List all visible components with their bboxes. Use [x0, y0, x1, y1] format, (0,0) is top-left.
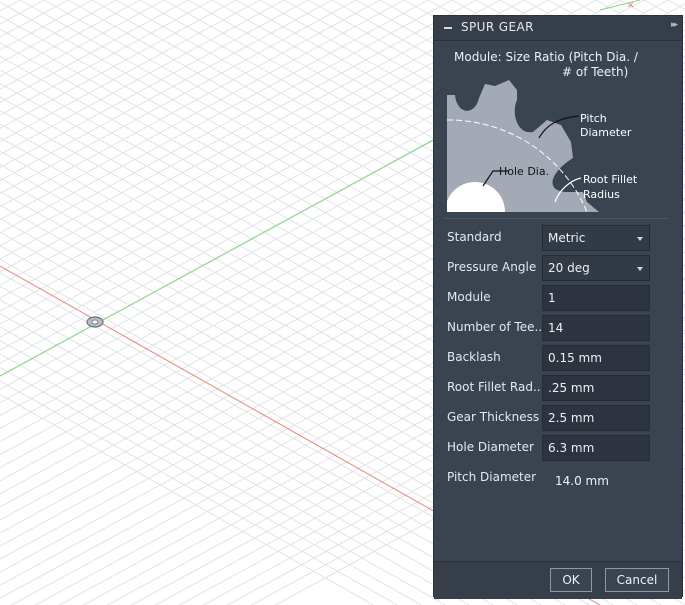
standard-row: Standard Metric [446, 225, 656, 251]
spur-gear-dialog: SPUR GEAR ▸▸ Module: Size Ratio (Pitch D… [433, 15, 683, 599]
gear-thickness-label: Gear Thickness [447, 410, 540, 424]
cancel-button[interactable]: Cancel [605, 568, 669, 592]
pitch-diameter-value: 14.0 mm [555, 474, 609, 488]
backlash-row: Backlash 0.15 mm [446, 345, 656, 371]
divider [444, 218, 669, 219]
pressure-angle-label: Pressure Angle [447, 260, 537, 274]
root-fillet-radius-label: Root Fillet Rad... [447, 380, 541, 394]
description-line-1: Module: Size Ratio (Pitch Dia. / [454, 50, 638, 64]
description-line-2: # of Teeth) [562, 65, 629, 79]
dialog-footer: OK Cancel [434, 561, 682, 599]
standard-label: Standard [447, 230, 502, 244]
root-label-1: Root Fillet [583, 173, 638, 186]
number-of-teeth-row: Number of Tee... 14 [446, 315, 656, 341]
module-input[interactable]: 1 [542, 285, 650, 311]
pressure-angle-select[interactable]: 20 deg [542, 255, 650, 281]
dropdown-caret-icon [637, 237, 643, 241]
number-of-teeth-input[interactable]: 14 [542, 315, 650, 341]
dialog-titlebar[interactable]: SPUR GEAR ▸▸ [434, 16, 682, 41]
number-of-teeth-label: Number of Tee... [447, 320, 541, 334]
root-label-2: Radius [583, 188, 620, 201]
root-fillet-radius-input[interactable]: .25 mm [542, 375, 650, 401]
module-description: Module: Size Ratio (Pitch Dia. / # of Te… [454, 50, 664, 80]
pitch-diameter-row: Pitch Diameter 14.0 mm [446, 465, 656, 491]
gear-diagram: Pitch Diameter Hole Dia. Root Fillet Rad… [447, 80, 638, 212]
root-fillet-radius-row: Root Fillet Rad... .25 mm [446, 375, 656, 401]
origin-icon[interactable] [86, 316, 104, 328]
module-label: Module [447, 290, 491, 304]
module-row: Module 1 [446, 285, 656, 311]
dropdown-caret-icon [637, 267, 643, 271]
pitch-label-1: Pitch [580, 112, 607, 125]
pitch-label-2: Diameter [580, 126, 632, 139]
standard-value: Metric [548, 231, 586, 245]
hole-diameter-input[interactable]: 6.3 mm [542, 435, 650, 461]
hole-label: Hole Dia. [499, 165, 549, 178]
hole-diameter-label: Hole Diameter [447, 440, 534, 454]
ok-button[interactable]: OK [550, 568, 592, 592]
gear-thickness-row: Gear Thickness 2.5 mm [446, 405, 656, 431]
pressure-angle-row: Pressure Angle 20 deg [446, 255, 656, 281]
collapse-icon[interactable] [444, 27, 452, 29]
dialog-title: SPUR GEAR [461, 20, 534, 34]
gear-thickness-input[interactable]: 2.5 mm [542, 405, 650, 431]
backlash-input[interactable]: 0.15 mm [542, 345, 650, 371]
pitch-diameter-label: Pitch Diameter [447, 470, 537, 484]
axis-marker-icon: ✕ [627, 1, 635, 11]
expand-icon[interactable]: ▸▸ [671, 20, 678, 30]
backlash-label: Backlash [447, 350, 501, 364]
standard-select[interactable]: Metric [542, 225, 650, 251]
hole-diameter-row: Hole Diameter 6.3 mm [446, 435, 656, 461]
pressure-angle-value: 20 deg [548, 261, 590, 275]
